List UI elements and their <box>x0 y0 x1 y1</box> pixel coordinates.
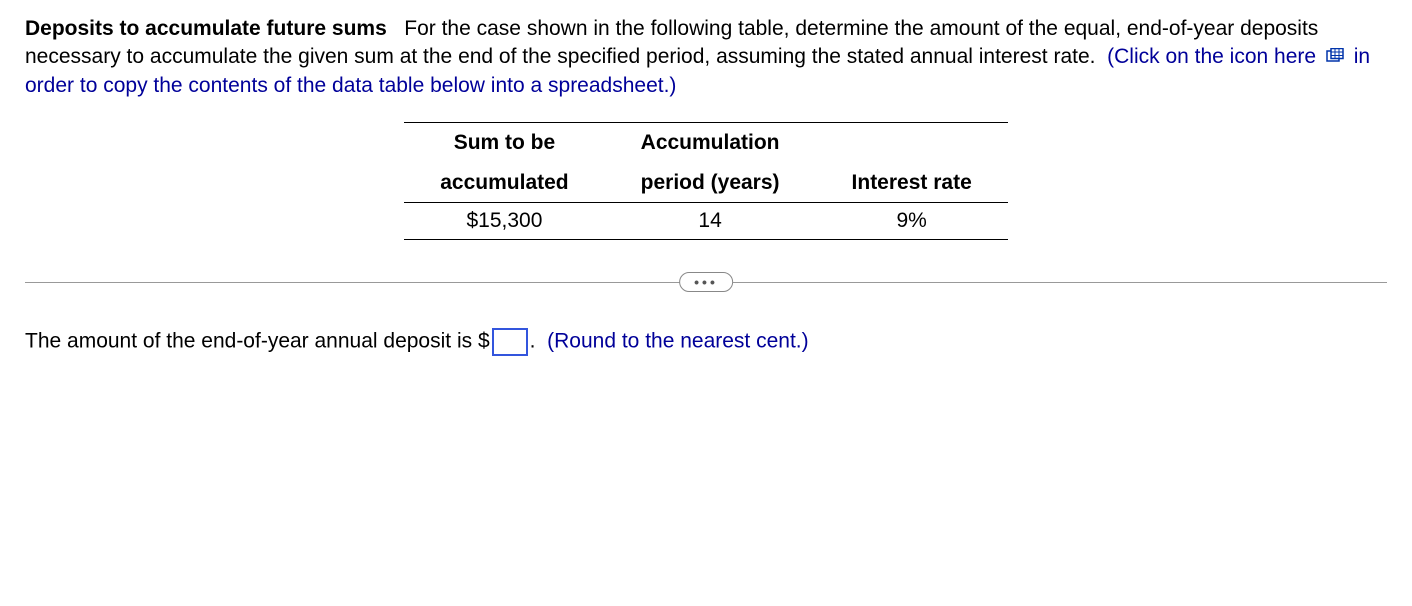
data-table: Sum to be Accumulation accumulated perio… <box>404 122 1008 240</box>
expand-ellipsis-button[interactable]: ••• <box>679 272 733 292</box>
table-header-rate-line2: Interest rate <box>816 163 1008 203</box>
table-row: $15,300 14 9% <box>404 202 1008 239</box>
cell-period: 14 <box>605 202 816 239</box>
cell-rate: 9% <box>816 202 1008 239</box>
table-header-sum-line2: accumulated <box>404 163 604 203</box>
section-divider: ••• <box>25 270 1387 294</box>
answer-line: The amount of the end-of-year annual dep… <box>25 328 1387 356</box>
table-header-period-line2: period (years) <box>605 163 816 203</box>
problem-statement: Deposits to accumulate future sums For t… <box>25 15 1387 100</box>
answer-prefix: The amount of the end-of-year annual dep… <box>25 329 490 352</box>
answer-input[interactable] <box>492 328 528 356</box>
table-header-rate-line1 <box>816 123 1008 163</box>
copy-table-icon[interactable] <box>1326 44 1344 72</box>
instruction-text-prefix: (Click on the icon here <box>1107 45 1316 68</box>
cell-sum: $15,300 <box>404 202 604 239</box>
table-header-period-line1: Accumulation <box>605 123 816 163</box>
answer-period: . <box>530 329 536 352</box>
table-header-sum-line1: Sum to be <box>404 123 604 163</box>
answer-hint: (Round to the nearest cent.) <box>547 329 809 352</box>
problem-title: Deposits to accumulate future sums <box>25 17 387 40</box>
